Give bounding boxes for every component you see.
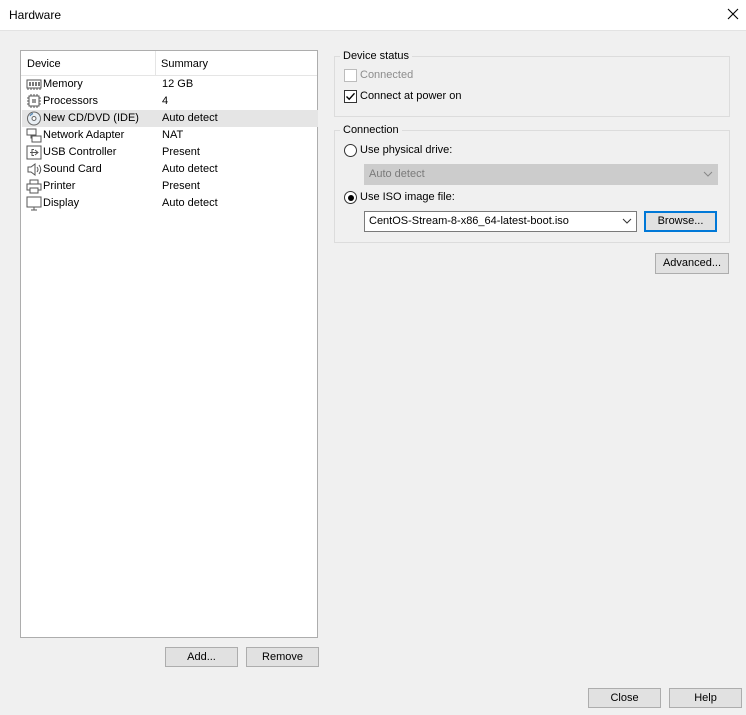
device-row-processors[interactable]: Processors 4 bbox=[22, 93, 318, 110]
device-summary: Auto detect bbox=[162, 112, 218, 124]
close-button[interactable]: Close bbox=[588, 688, 661, 708]
checkmark-icon bbox=[346, 92, 356, 101]
device-row-memory[interactable]: Memory 12 GB bbox=[22, 76, 318, 93]
device-row-cd-dvd[interactable]: New CD/DVD (IDE) Auto detect bbox=[22, 110, 318, 127]
usb-icon bbox=[26, 145, 42, 160]
printer-icon bbox=[26, 179, 42, 194]
chevron-down-icon bbox=[703, 171, 713, 177]
physical-drive-select[interactable]: Auto detect bbox=[364, 164, 718, 185]
column-divider[interactable] bbox=[155, 51, 156, 75]
close-icon[interactable] bbox=[724, 5, 742, 23]
use-iso-image-radio[interactable] bbox=[344, 191, 357, 204]
column-header-summary[interactable]: Summary bbox=[161, 58, 208, 70]
browse-button[interactable]: Browse... bbox=[644, 211, 717, 232]
group-title: Device status bbox=[340, 50, 413, 62]
iso-image-path-combo[interactable]: CentOS-Stream-8-x86_64-latest-boot.iso bbox=[364, 211, 637, 232]
device-row-display[interactable]: Display Auto detect bbox=[22, 195, 318, 212]
device-name: USB Controller bbox=[43, 146, 117, 158]
advanced-button[interactable]: Advanced... bbox=[655, 253, 729, 274]
device-summary: Present bbox=[162, 146, 200, 158]
device-status-group: Device status bbox=[334, 50, 730, 117]
device-summary: Auto detect bbox=[162, 163, 218, 175]
device-name: Memory bbox=[43, 78, 83, 90]
use-physical-drive-label: Use physical drive: bbox=[360, 144, 453, 156]
processor-icon bbox=[26, 94, 42, 109]
device-name: Sound Card bbox=[43, 163, 102, 175]
cd-dvd-icon bbox=[26, 111, 42, 126]
device-name: New CD/DVD (IDE) bbox=[43, 112, 139, 124]
title-bar: Hardware bbox=[0, 0, 746, 30]
use-iso-image-label: Use ISO image file: bbox=[360, 191, 455, 203]
group-title: Connection bbox=[340, 124, 402, 136]
list-header: Device Summary bbox=[21, 51, 317, 76]
device-row-sound-card[interactable]: Sound Card Auto detect bbox=[22, 161, 318, 178]
device-row-printer[interactable]: Printer Present bbox=[22, 178, 318, 195]
connected-label: Connected bbox=[360, 69, 414, 81]
remove-button[interactable]: Remove bbox=[246, 647, 319, 667]
device-list[interactable]: Device Summary Memory 12 GB Processors 4… bbox=[20, 50, 318, 638]
device-summary: 12 GB bbox=[162, 78, 194, 90]
device-name: Network Adapter bbox=[43, 129, 125, 141]
device-summary: NAT bbox=[162, 129, 184, 141]
radio-dot bbox=[347, 194, 354, 201]
device-name: Display bbox=[43, 197, 80, 209]
device-summary: 4 bbox=[162, 95, 169, 107]
connected-checkbox[interactable] bbox=[344, 69, 357, 82]
physical-drive-value: Auto detect bbox=[369, 168, 425, 180]
speaker-icon bbox=[26, 162, 42, 177]
device-row-usb-controller[interactable]: USB Controller Present bbox=[22, 144, 318, 161]
device-row-network-adapter[interactable]: Network Adapter NAT bbox=[22, 127, 318, 144]
monitor-icon bbox=[26, 196, 42, 211]
add-button[interactable]: Add... bbox=[165, 647, 238, 667]
network-adapter-icon bbox=[26, 128, 42, 143]
iso-image-path-value: CentOS-Stream-8-x86_64-latest-boot.iso bbox=[369, 215, 569, 227]
chevron-down-icon[interactable] bbox=[622, 217, 632, 225]
help-button[interactable]: Help bbox=[669, 688, 742, 708]
device-summary: Auto detect bbox=[162, 197, 218, 209]
device-name: Processors bbox=[43, 95, 99, 107]
memory-icon bbox=[26, 77, 42, 92]
use-physical-drive-radio[interactable] bbox=[344, 144, 357, 157]
connect-at-power-on-checkbox[interactable] bbox=[344, 90, 357, 103]
column-header-device[interactable]: Device bbox=[27, 58, 61, 70]
connect-at-power-on-label: Connect at power on bbox=[360, 90, 462, 102]
window-title: Hardware bbox=[9, 8, 62, 22]
device-name: Printer bbox=[43, 180, 76, 192]
device-summary: Present bbox=[162, 180, 200, 192]
